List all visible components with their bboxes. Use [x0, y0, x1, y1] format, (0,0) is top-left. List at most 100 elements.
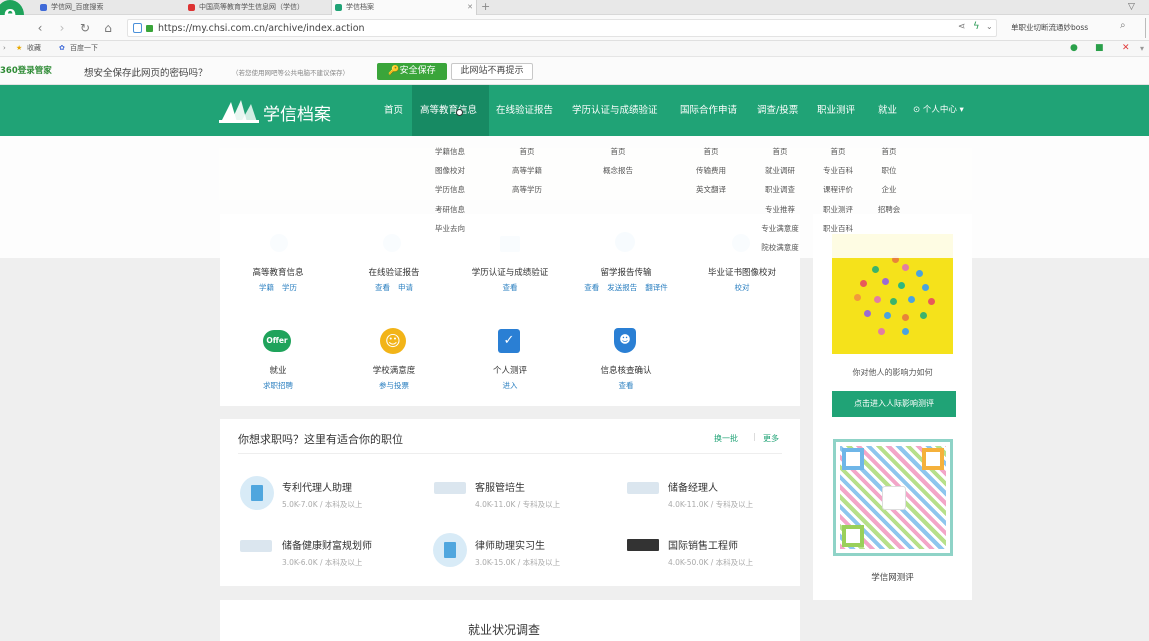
- extension-close-icon[interactable]: ✕: [1122, 41, 1130, 56]
- paw-icon: ✿: [59, 44, 65, 52]
- lightning-icon[interactable]: ϟ: [973, 21, 980, 32]
- dropdown-item[interactable]: 就业调研: [752, 161, 808, 180]
- dropdown-col-online-report: 首页 高等学籍 高等学历: [497, 142, 557, 200]
- job-card[interactable]: 储备健康财富规划师 3.0K-6.0K / 本科及以上: [282, 537, 432, 568]
- dropdown-item[interactable]: 专业百科: [810, 161, 866, 180]
- home-icon[interactable]: ⌂: [100, 20, 116, 36]
- link-send-report[interactable]: 发送报告: [607, 283, 637, 292]
- new-tab-button[interactable]: +: [481, 0, 490, 14]
- dropdown-item[interactable]: 院校满意度: [752, 238, 808, 257]
- link-enter[interactable]: 进入: [503, 381, 518, 390]
- job-card[interactable]: 专利代理人助理 5.0K-7.0K / 本科及以上: [282, 479, 432, 510]
- job-card[interactable]: 客服管培生 4.0K-11.0K / 专科及以上: [475, 479, 625, 510]
- nav-degree-verification[interactable]: 学历认证与成绩验证: [572, 85, 658, 136]
- never-prompt-button[interactable]: 此网站不再提示: [451, 63, 533, 80]
- job-card[interactable]: 储备经理人 4.0K-11.0K / 专科及以上: [668, 479, 798, 510]
- nav-employment[interactable]: 就业: [878, 85, 897, 136]
- dropdown-item[interactable]: 专业满意度: [752, 219, 808, 238]
- url-field[interactable]: https://my.chsi.com.cn/archive/index.act…: [127, 19, 997, 37]
- bookmark-chevron-icon[interactable]: ›: [3, 41, 6, 56]
- back-icon[interactable]: ‹: [32, 20, 48, 36]
- dropdown-item[interactable]: 职业测评: [810, 200, 866, 219]
- extension-more-icon[interactable]: ▾: [1140, 41, 1144, 56]
- refresh-icon[interactable]: ↻: [77, 20, 93, 36]
- header-divider: [238, 453, 782, 454]
- link-enrollment[interactable]: 学籍: [259, 283, 274, 292]
- refresh-link[interactable]: 换一批: [714, 433, 738, 444]
- link-job-search[interactable]: 求职招聘: [263, 381, 293, 390]
- dropdown-item[interactable]: 职业百科: [810, 219, 866, 238]
- dropdown-item[interactable]: 图像校对: [420, 161, 480, 180]
- job-card[interactable]: 国际销售工程师 4.0K-50.0K / 本科及以上: [668, 537, 798, 568]
- dropdown-item[interactable]: 课程评价: [810, 180, 866, 199]
- close-tab-icon[interactable]: ✕: [467, 0, 473, 15]
- dropdown-item[interactable]: 首页: [866, 142, 912, 161]
- service-name: 在线验证报告: [368, 268, 420, 278]
- dropdown-item[interactable]: 考研信息: [420, 200, 480, 219]
- dropdown-item[interactable]: 高等学籍: [497, 161, 557, 180]
- link-view[interactable]: 查看: [619, 381, 634, 390]
- window-menu-icon[interactable]: ▽: [1128, 0, 1135, 14]
- dropdown-item[interactable]: 高等学历: [497, 180, 557, 199]
- link-view[interactable]: 查看: [375, 283, 390, 292]
- nav-higher-education[interactable]: 高等教育信息: [420, 85, 477, 136]
- dropdown-item[interactable]: 传输费用: [681, 161, 741, 180]
- dropdown-item[interactable]: 专业推荐: [752, 200, 808, 219]
- shield-person-icon[interactable]: ☻: [614, 328, 636, 353]
- link-vote[interactable]: 参与投票: [379, 381, 409, 390]
- share-icon[interactable]: ⋖: [958, 22, 966, 32]
- dropdown-item[interactable]: 首页: [681, 142, 741, 161]
- dropdown-col-employment: 首页 职位 企业 招聘会: [866, 142, 912, 219]
- smile-icon[interactable]: ☺: [380, 328, 406, 354]
- dropdown-item[interactable]: 职位: [866, 161, 912, 180]
- dropdown-item[interactable]: 学历信息: [420, 180, 480, 199]
- service-school-satisfaction: 学校满意度 参与投票: [372, 366, 416, 390]
- safe-save-button[interactable]: 🔑安全保存: [377, 63, 447, 80]
- offer-icon[interactable]: Offer: [263, 330, 291, 352]
- survey-title: 就业状况调查: [468, 623, 541, 637]
- link-proofread[interactable]: 校对: [735, 283, 750, 292]
- link-translation[interactable]: 翻译件: [645, 283, 668, 292]
- link-view[interactable]: 查看: [584, 283, 599, 292]
- dropdown-item[interactable]: 概念报告: [588, 161, 648, 180]
- extension-shield-icon[interactable]: ●: [1070, 41, 1078, 56]
- tab-chsi[interactable]: 中国高等教育学生信息网（学信）: [185, 0, 328, 15]
- nav-home[interactable]: 首页: [384, 85, 403, 136]
- influence-test-button[interactable]: 点击进入人际影响测评: [832, 391, 956, 417]
- job-card[interactable]: 律师助理实习生 3.0K-15.0K / 本科及以上: [475, 537, 625, 568]
- dropdown-item[interactable]: 职业调查: [752, 180, 808, 199]
- people-network-graphic: [850, 256, 940, 336]
- user-center-menu[interactable]: ⊙ 个人中心 ▾: [913, 85, 964, 136]
- link-view[interactable]: 查看: [503, 283, 518, 292]
- more-link[interactable]: 更多: [763, 433, 779, 444]
- job-title: 国际销售工程师: [668, 541, 738, 552]
- dropdown-item[interactable]: 毕业去向: [420, 219, 480, 238]
- forward-icon[interactable]: ›: [54, 20, 70, 36]
- link-apply[interactable]: 申请: [398, 283, 413, 292]
- nav-international[interactable]: 国际合作申请: [680, 85, 737, 136]
- dropdown-item[interactable]: 首页: [497, 142, 557, 161]
- search-box[interactable]: 单职业切断流通妙boss ⌕: [1005, 19, 1135, 37]
- extension-translate-icon[interactable]: ■: [1095, 41, 1104, 56]
- tab-baidu-search[interactable]: 学信网_百度搜索: [37, 0, 182, 15]
- dropdown-col-career-test: 首页 专业百科 课程评价 职业测评 职业百科: [810, 142, 866, 238]
- tab-xuexin-archive[interactable]: 学信档案 ✕: [331, 0, 477, 15]
- dropdown-item[interactable]: 招聘会: [866, 200, 912, 219]
- dropdown-item[interactable]: 首页: [752, 142, 808, 161]
- chevron-down-icon[interactable]: ⌄: [986, 22, 993, 31]
- bookmark-baidu[interactable]: 百度一下: [70, 41, 98, 56]
- dropdown-item[interactable]: 首页: [810, 142, 866, 161]
- job-meta: 5.0K-7.0K / 本科及以上: [282, 500, 363, 509]
- dropdown-item[interactable]: 企业: [866, 180, 912, 199]
- clipboard-check-icon[interactable]: ✓: [498, 329, 520, 353]
- bookmark-favorites[interactable]: 收藏: [27, 41, 41, 56]
- dropdown-item[interactable]: 英文翻译: [681, 180, 741, 199]
- link-degree[interactable]: 学历: [282, 283, 297, 292]
- search-icon[interactable]: ⌕: [1120, 20, 1126, 31]
- nav-online-report[interactable]: 在线验证报告: [496, 85, 553, 136]
- dropdown-item[interactable]: 首页: [588, 142, 648, 161]
- service-info-verify: 信息核查确认 查看: [600, 366, 652, 390]
- dropdown-item[interactable]: 学籍信息: [420, 142, 480, 161]
- nav-survey[interactable]: 调查/投票: [757, 85, 798, 136]
- nav-career-test[interactable]: 职业测评: [817, 85, 855, 136]
